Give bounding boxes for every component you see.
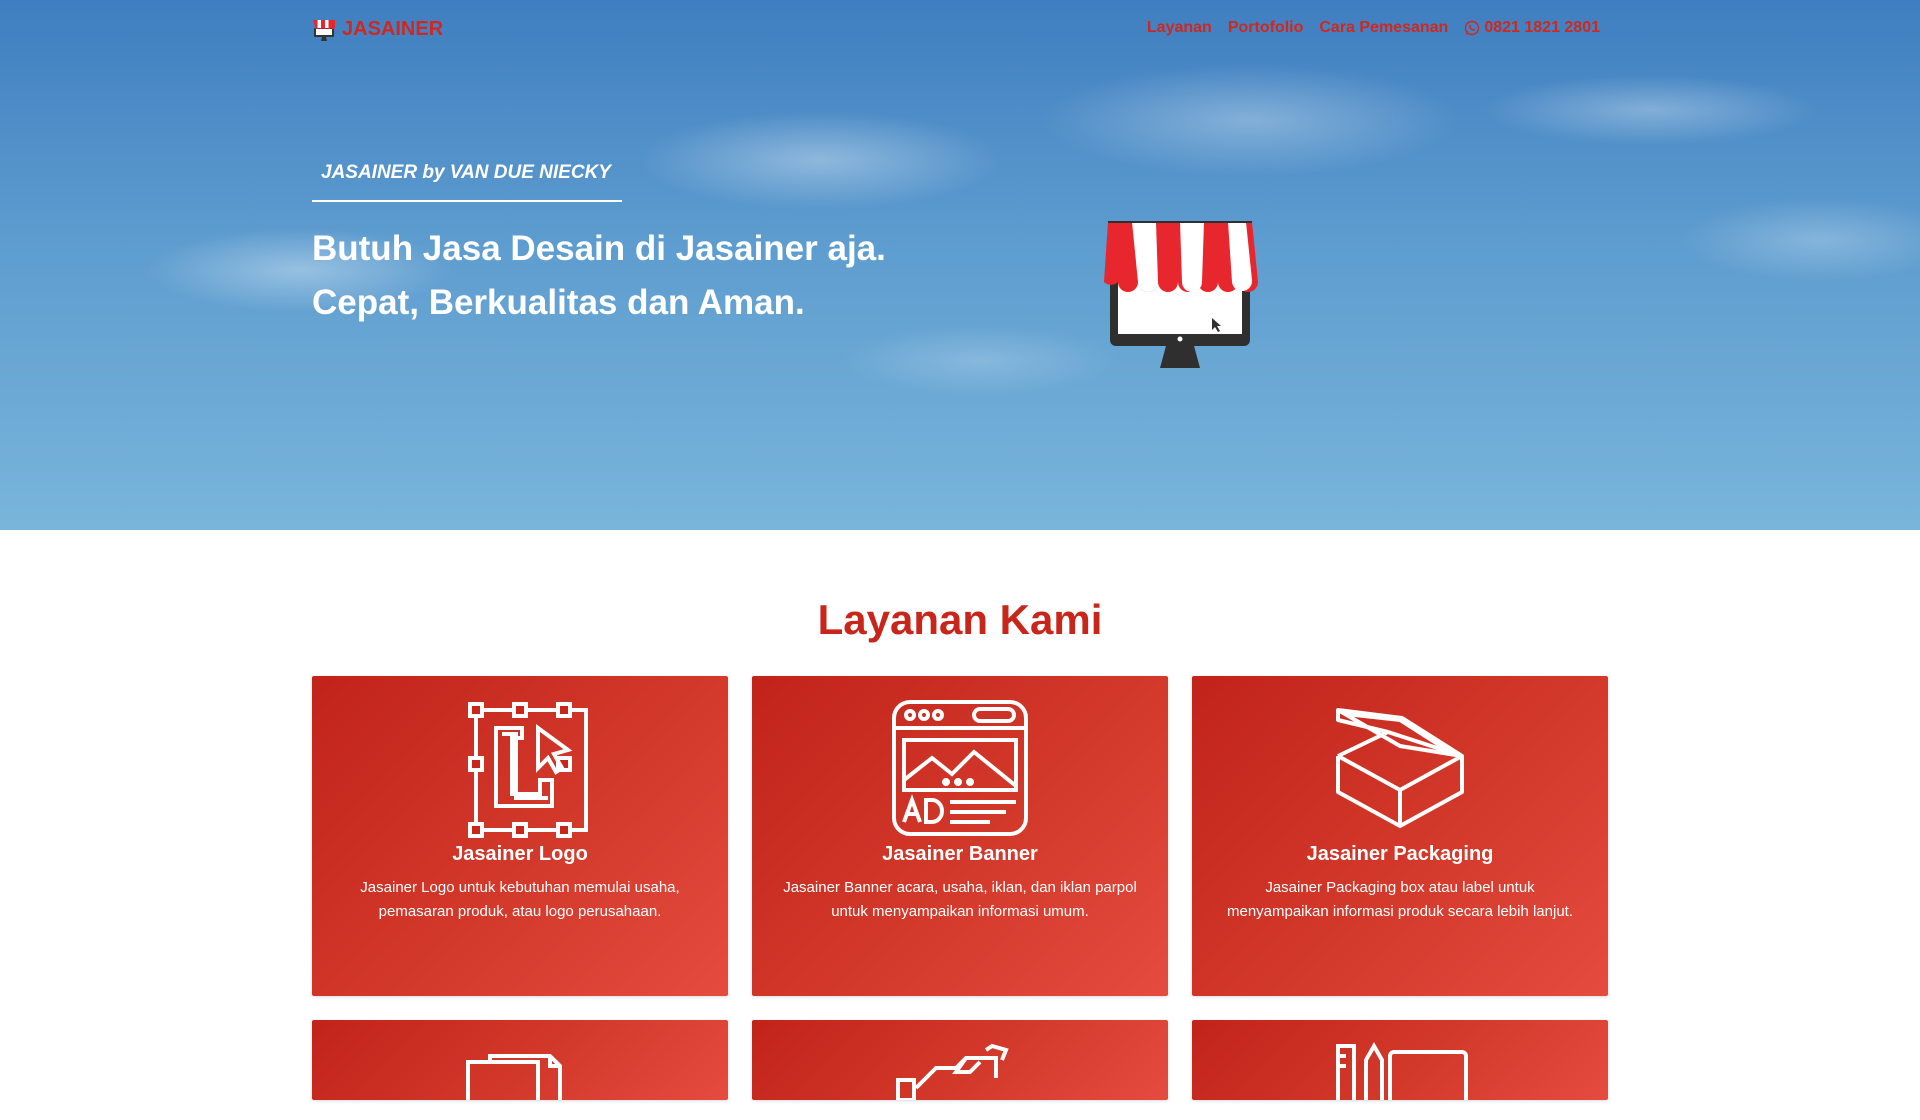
nav-link-cara-pemesanan[interactable]: Cara Pemesanan <box>1319 19 1448 37</box>
service-card-row2-3[interactable] <box>1192 1020 1608 1100</box>
service-card-desc: Jasainer Logo untuk kebutuhan memulai us… <box>360 879 680 920</box>
hero-tagline: JASAINER by VAN DUE NIECKY <box>312 158 622 202</box>
brand-name: JASAINER <box>342 17 444 40</box>
nav-phone-link[interactable]: 0821 1821 2801 <box>1464 19 1600 37</box>
whatsapp-icon <box>1464 20 1480 36</box>
headline-line-1: Butuh Jasa Desain di Jasainer aja. <box>312 229 886 268</box>
packaging-box-icon <box>1192 698 1608 838</box>
documents-icon <box>312 1040 728 1120</box>
hero-section: JASAINER Layanan Portofolio Cara Pemesan… <box>0 0 1920 530</box>
service-card-row2-1[interactable] <box>312 1020 728 1100</box>
service-card-row2-2[interactable] <box>752 1020 1168 1100</box>
nav-link-portofolio[interactable]: Portofolio <box>1228 19 1304 37</box>
service-card-packaging[interactable]: Jasainer Packaging Jasainer Packaging bo… <box>1192 676 1608 996</box>
nav-link-layanan[interactable]: Layanan <box>1147 19 1212 37</box>
banner-ad-icon <box>752 698 1168 838</box>
service-card-title: Jasainer Banner <box>882 843 1038 865</box>
handshake-icon <box>752 1040 1168 1120</box>
service-card-logo[interactable]: Jasainer Logo Jasainer Logo untuk kebutu… <box>312 676 728 996</box>
services-title: Layanan Kami <box>817 596 1103 643</box>
storefront-monitor-icon <box>1100 218 1260 373</box>
headline-line-2: Cepat, Berkualitas dan Aman. <box>312 283 805 322</box>
service-card-title: Jasainer Logo <box>452 843 588 865</box>
brand-logo[interactable]: JASAINER <box>312 16 443 42</box>
design-tools-icon <box>1192 1040 1608 1120</box>
navbar: JASAINER Layanan Portofolio Cara Pemesan… <box>0 0 1920 58</box>
service-card-title: Jasainer Packaging <box>1306 843 1494 865</box>
hero-headline: Butuh Jasa Desain di Jasainer aja. Cepat… <box>312 222 886 330</box>
logo-design-icon <box>312 698 728 838</box>
store-icon <box>312 16 336 42</box>
phone-number: 0821 1821 2801 <box>1484 19 1600 36</box>
service-card-desc: Jasainer Packaging box atau label untuk … <box>1226 879 1573 920</box>
nav-links: Layanan Portofolio Cara Pemesanan 0821 1… <box>1147 19 1600 37</box>
service-card-banner[interactable]: Jasainer Banner Jasainer Banner acara, u… <box>752 676 1168 996</box>
service-card-desc: Jasainer Banner acara, usaha, iklan, dan… <box>783 879 1137 920</box>
